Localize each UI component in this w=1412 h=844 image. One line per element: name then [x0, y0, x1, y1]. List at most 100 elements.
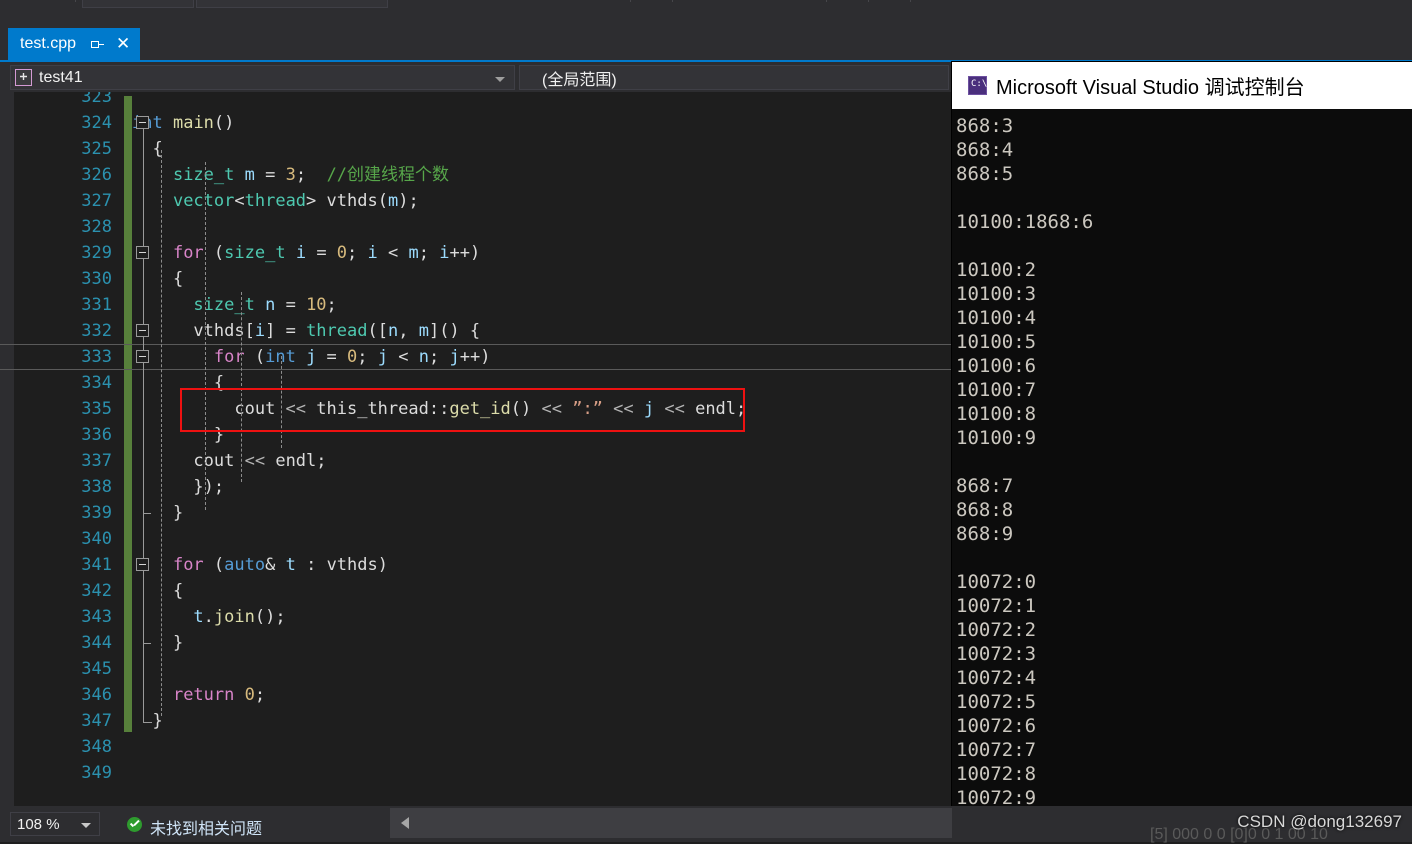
code-token: for [172, 243, 204, 263]
line-number: 339 [81, 503, 112, 523]
debug-console-window[interactable]: C:\ Microsoft Visual Studio 调试控制台 868:3 8… [952, 62, 1412, 830]
line-number: 336 [81, 425, 112, 445]
editor-horizontal-scrollbar[interactable] [390, 808, 952, 838]
fold-toggle-icon[interactable] [136, 116, 149, 129]
code-token: 10 [306, 295, 327, 315]
code-token: } [172, 503, 184, 523]
code-token: 0 [347, 347, 358, 367]
line-number: 324 [81, 113, 112, 133]
fold-toggle-icon[interactable] [136, 324, 149, 337]
change-indicator-bar [124, 92, 132, 806]
scope-member-dropdown[interactable]: test41 [10, 65, 515, 90]
console-title: Microsoft Visual Studio 调试控制台 [996, 77, 1305, 99]
code-token: } [213, 425, 225, 445]
code-token: m [387, 191, 399, 211]
success-check-icon [127, 817, 142, 832]
code-token: , [398, 321, 419, 341]
console-output-line: 10100:1868:6 [956, 211, 1094, 233]
console-output-line: 868:4 [956, 139, 1014, 161]
fold-toggle-icon[interactable] [136, 558, 149, 571]
code-token: : [295, 555, 327, 575]
indent-guide [205, 162, 206, 510]
code-token: m [244, 165, 255, 185]
code-token: () [213, 113, 235, 133]
line-number: 348 [81, 737, 112, 757]
console-output-line: 868:5 [956, 163, 1014, 185]
line-number: 329 [81, 243, 112, 263]
code-token: for [172, 555, 204, 575]
code-token: t [193, 607, 204, 627]
code-token: auto [224, 555, 266, 575]
code-token: size_t [193, 295, 255, 315]
code-structure-foot [143, 513, 151, 514]
line-number: 333 [81, 347, 112, 367]
code-token: ( [377, 191, 388, 211]
code-token: get_id [449, 399, 511, 419]
code-token: thread [244, 191, 307, 211]
code-token: & [265, 555, 286, 575]
console-output-line: 10072:5 [956, 691, 1037, 713]
toolbar-config-combo[interactable] [82, 0, 194, 8]
scroll-left-arrow-icon[interactable] [401, 817, 409, 829]
console-titlebar[interactable]: C:\ Microsoft Visual Studio 调试控制台 [952, 62, 1412, 109]
class-member-icon [15, 69, 32, 86]
code-token: > [306, 191, 327, 211]
code-token: t [285, 555, 296, 575]
code-token: [ [244, 321, 255, 341]
close-icon[interactable]: ✕ [116, 28, 130, 60]
fold-toggle-icon[interactable] [136, 246, 149, 259]
tab-test-cpp[interactable]: test.cpp ✕ [8, 28, 141, 60]
console-output-line: 10100:2 [956, 259, 1037, 281]
code-token: ( [203, 555, 225, 575]
line-number-gutter: 323 324 325 326 327 328 329 330 331 332 333 334 335 3… [14, 92, 124, 806]
scope-global-dropdown[interactable]: (全局范围) [519, 65, 949, 90]
console-output-line: 10072:7 [956, 739, 1037, 761]
code-token: { [213, 373, 225, 393]
code-token: ; [295, 165, 327, 185]
line-number: 342 [81, 581, 112, 601]
code-token: main [172, 113, 214, 133]
fold-toggle-icon[interactable] [136, 350, 149, 363]
code-structure-foot [143, 643, 151, 644]
code-token: n [418, 347, 429, 367]
code-token: i [439, 243, 450, 263]
pin-icon[interactable] [90, 37, 105, 51]
line-number: 332 [81, 321, 112, 341]
console-output-line: 868:9 [956, 523, 1014, 545]
code-token: () [510, 399, 542, 419]
code-token: < [234, 191, 245, 211]
zoom-level-dropdown[interactable]: 108 % [10, 812, 100, 836]
console-output-line: 10100:9 [956, 427, 1037, 449]
code-token: = [306, 243, 337, 263]
chevron-down-icon[interactable] [81, 823, 91, 828]
editor-tab-row: test.cpp ✕ [0, 28, 1412, 60]
line-number: 334 [81, 373, 112, 393]
chevron-down-icon[interactable] [495, 77, 505, 82]
line-number: 346 [81, 685, 112, 705]
code-token: ( [244, 347, 266, 367]
code-token: . [203, 607, 214, 627]
code-token: ([ [367, 321, 388, 341]
toolbar-platform-combo[interactable] [196, 0, 388, 8]
code-token: 0 [244, 685, 255, 705]
code-structure-line [143, 571, 144, 643]
editor-selection-margin [0, 92, 14, 806]
code-token: this_thread [316, 399, 429, 419]
indent-guide [281, 356, 282, 448]
line-number: 347 [81, 711, 112, 731]
code-token: size_t [224, 243, 286, 263]
console-output-line: 10072:0 [956, 571, 1037, 593]
console-output-line: 10072:6 [956, 715, 1037, 737]
line-number: 331 [81, 295, 112, 315]
console-output-line: 10072:2 [956, 619, 1037, 641]
